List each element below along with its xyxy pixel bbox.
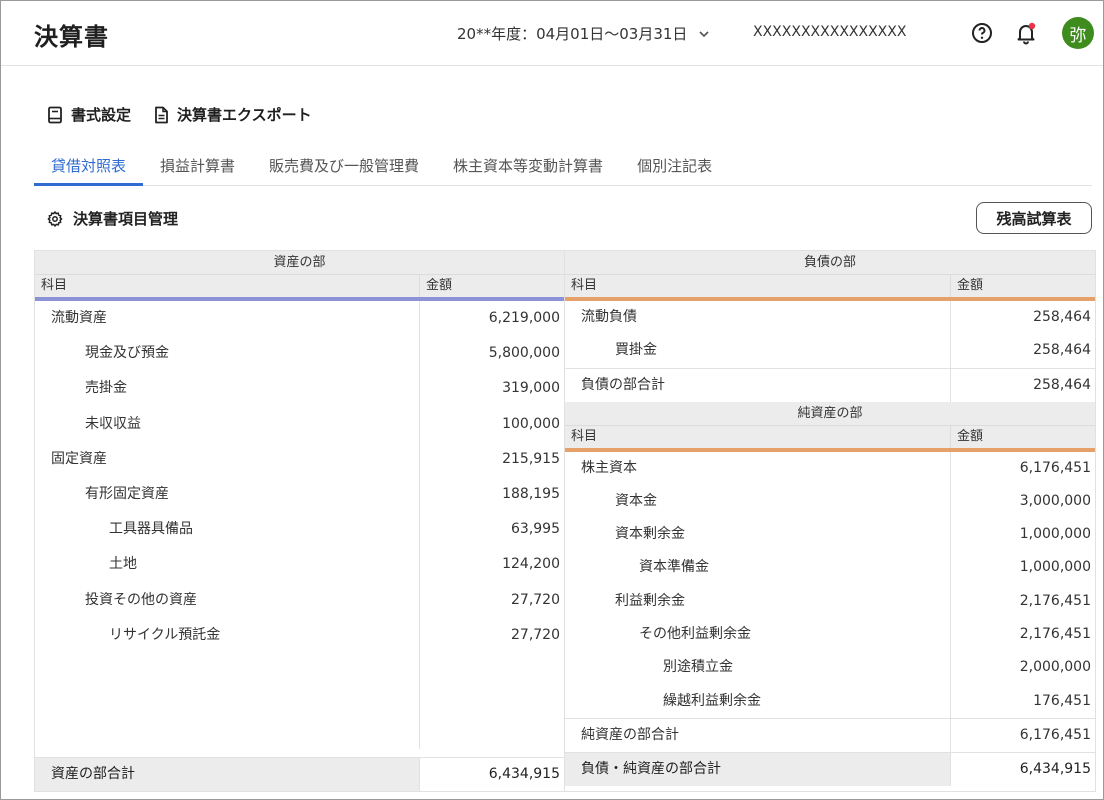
app-header: 決算書 20**年度：04月01日〜03月31日 XXXXXXXXXXXXXXX… — [1, 1, 1103, 66]
table-row[interactable]: 固定資産 215,915 — [35, 441, 564, 477]
col-item: 科目 — [571, 428, 598, 444]
liabilities-column-headers: 科目 金額 — [565, 275, 1095, 301]
table-row[interactable]: その他利益剰余金 2,176,451 — [565, 618, 1095, 652]
table-row[interactable]: 繰越利益剰余金 176,451 — [565, 684, 1095, 718]
tab-notes[interactable]: 個別注記表 — [620, 151, 729, 185]
table-row[interactable]: 未収収益 100,000 — [35, 406, 564, 442]
assets-table: 資産の部 科目 金額 流動資産 6,219,000 現金及び預金 5,800,000… — [34, 250, 565, 792]
trial-balance-button[interactable]: 残高試算表 — [976, 202, 1092, 234]
table-row[interactable]: 資本金 3,000,000 — [565, 484, 1095, 519]
col-item: 科目 — [571, 278, 598, 293]
net-assets-column-headers: 科目 金額 — [565, 425, 1095, 452]
assets-total-row: 資産の部合計 6,434,915 — [35, 757, 564, 791]
table-row[interactable]: 株主資本 6,176,451 — [565, 451, 1095, 485]
fiscal-period-selector[interactable]: 20**年度：04月01日〜03月31日 — [457, 23, 711, 44]
net-assets-body: 株主資本 6,176,451 資本金 3,000,000 資本剰余金 1,000,00… — [565, 451, 1095, 752]
file-icon — [155, 106, 168, 123]
liabilities-body: 流動負債 258,464 買掛金 258,464 負債の部合計 258,464 — [565, 301, 1095, 402]
tab-sga-expenses[interactable]: 販売費及び一般管理費 — [252, 151, 436, 185]
avatar[interactable]: 弥 — [1062, 17, 1094, 49]
item-management-button[interactable]: 決算書項目管理 — [47, 208, 178, 229]
liabilities-subtotal-row: 負債の部合計 258,464 — [565, 367, 1095, 402]
table-row[interactable]: 土地 124,200 — [35, 547, 564, 583]
table-row[interactable]: リサイクル預託金 27,720 — [35, 617, 564, 653]
tab-income-statement[interactable]: 損益計算書 — [143, 151, 252, 185]
liabilities-section-title: 負債の部 — [565, 251, 1095, 275]
assets-column-headers: 科目 金額 — [35, 275, 564, 301]
assets-section-title: 資産の部 — [35, 251, 564, 275]
help-icon[interactable] — [970, 21, 994, 45]
table-row[interactable]: 資本準備金 1,000,000 — [565, 551, 1095, 585]
liabilities-net-assets-table: 負債の部 科目 金額 流動負債 258,464 買掛金 258,464 負債の部合計… — [565, 250, 1096, 792]
bell-icon[interactable] — [1014, 21, 1038, 45]
tab-equity-changes[interactable]: 株主資本等変動計算書 — [436, 151, 620, 185]
fiscal-period-label: 20**年度：04月01日〜03月31日 — [457, 25, 688, 43]
table-row[interactable]: 現金及び預金 5,800,000 — [35, 336, 564, 372]
chevron-down-icon — [699, 30, 710, 37]
action-toolbar: 書式設定 決算書エクスポート — [47, 104, 312, 125]
statement-tabs: 貸借対照表 損益計算書 販売費及び一般管理費 株主資本等変動計算書 個別注記表 — [34, 151, 1092, 186]
net-assets-section-title: 純資産の部 — [565, 401, 1095, 426]
col-item: 科目 — [41, 278, 68, 293]
table-row[interactable]: 売掛金 319,000 — [35, 371, 564, 407]
assets-body: 流動資産 6,219,000 現金及び預金 5,800,000 売掛金 319,000… — [35, 301, 564, 757]
document-icon — [48, 106, 62, 123]
gear-icon — [47, 210, 63, 227]
table-row[interactable]: 流動資産 6,219,000 — [35, 301, 564, 337]
format-settings-button[interactable]: 書式設定 — [47, 104, 131, 125]
app-window: 決算書 20**年度：04月01日〜03月31日 XXXXXXXXXXXXXXX… — [0, 0, 1104, 800]
export-statement-button[interactable]: 決算書エクスポート — [153, 104, 312, 125]
grand-total-row: 負債・純資産の部合計 6,434,915 — [565, 751, 1095, 786]
col-amount: 金額 — [419, 275, 564, 297]
table-row[interactable]: 流動負債 258,464 — [565, 301, 1095, 335]
company-name: XXXXXXXXXXXXXXXX — [753, 24, 907, 40]
table-row[interactable]: 有形固定資産 188,195 — [35, 476, 564, 513]
table-row[interactable]: 利益剰余金 2,176,451 — [565, 584, 1095, 619]
page-title: 決算書 — [34, 23, 109, 51]
table-row[interactable]: 投資その他の資産 27,720 — [35, 582, 564, 618]
table-row[interactable]: 工具器具備品 63,995 — [35, 512, 564, 548]
empty-filler — [35, 652, 564, 749]
net-assets-subtotal-row: 純資産の部合計 6,176,451 — [565, 717, 1095, 752]
tab-balance-sheet[interactable]: 貸借対照表 — [34, 151, 144, 186]
table-row[interactable]: 買掛金 258,464 — [565, 334, 1095, 368]
table-row[interactable]: 資本剰余金 1,000,000 — [565, 518, 1095, 552]
table-row[interactable]: 別途積立金 2,000,000 — [565, 651, 1095, 685]
col-amount: 金額 — [950, 425, 1095, 448]
col-amount: 金額 — [950, 275, 1095, 297]
